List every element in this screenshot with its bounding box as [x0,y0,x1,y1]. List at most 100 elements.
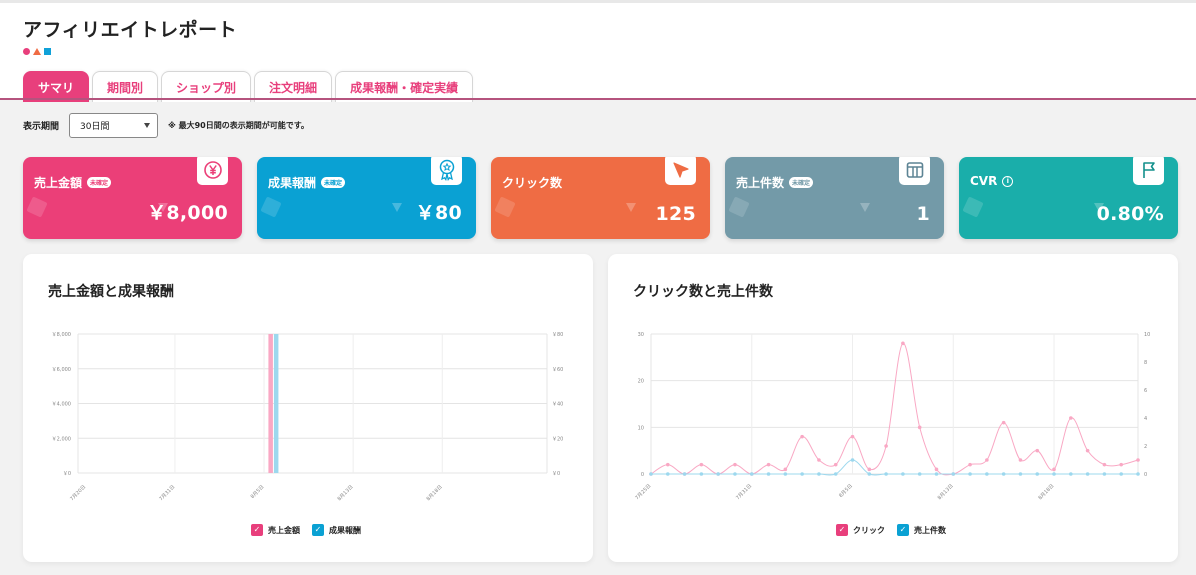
data-point-orders [716,472,720,476]
period-selector: 表示期間 30日間 ※ 最大90日間の表示期間が可能です。 [23,113,309,138]
legend-item-reward[interactable]: ✓ 成果報酬 [312,524,361,536]
info-icon[interactable]: i [1002,175,1014,187]
card-label: 売上件数 未確定 [736,174,814,191]
data-point-orders [800,472,804,476]
data-point-clicks [733,462,737,467]
data-point-clicks [850,434,855,439]
checkbox-icon: ✓ [251,524,263,536]
period-select[interactable]: 30日間 [69,113,159,138]
data-point-clicks [699,462,704,467]
data-point-clicks [817,458,821,462]
data-point-clicks [968,462,972,467]
period-label: 表示期間 [23,122,60,132]
data-point-orders [901,472,905,476]
sales-reward-chart: ￥0 ￥0 ￥2,000 ￥20 ￥4,000 ￥40 ￥6,000 ￥60 ￥8,000 ￥80… [52,332,564,502]
data-point-clicks [1001,420,1006,425]
y-tick-label-left: 10 [638,425,644,431]
data-point-orders [867,472,872,476]
data-point-clicks [1085,448,1090,453]
deco-circle [23,48,30,55]
card-decoration [494,196,516,218]
flag-icon [1133,157,1164,185]
period-note: ※ 最大90日間の表示期間が可能です。 [168,121,309,130]
y-tick-label-left: 0 [641,472,644,478]
bar-reward [273,334,279,473]
y-tick-label-left: 20 [638,379,644,385]
columns-icon [899,157,930,185]
x-tick-label: 8月5日 [838,483,854,499]
data-point-clicks [1102,462,1107,467]
y-tick-label-left: ￥2,000 [52,436,71,442]
data-point-clicks [1018,458,1023,462]
data-point-clicks [901,341,905,346]
legend-label: 売上件数 [914,525,946,535]
card-decoration [26,196,48,218]
card-reward: 成果報酬 未確定 ￥80 [257,157,476,239]
clicks-orders-chart: 0 10 20 30 0 2 4 6 8 10 7月25日 7月31日 8月5日 8月13日 8月18日 [634,332,1150,501]
data-point-orders [985,472,989,476]
data-point-orders [1052,472,1056,476]
checkbox-icon: ✓ [836,524,848,536]
card-label: 成果報酬 未確定 [268,174,346,191]
data-point-orders [1136,472,1140,476]
yen-icon [197,157,228,185]
data-point-clicks [1136,458,1140,462]
legend-label: 売上金額 [268,525,300,535]
data-point-clicks [1052,467,1056,472]
data-point-orders [665,472,670,476]
y-tick-label-right: 6 [1144,388,1147,394]
card-decoration [860,203,870,212]
cursor-arrow-icon [665,157,696,185]
data-point-orders [817,472,821,476]
y-tick-label-right: 8 [1144,360,1147,366]
series-line-clicks [650,342,1139,476]
page-title: アフィリエイトレポート [23,19,238,41]
data-point-orders [1001,472,1006,476]
card-label-text: クリック数 [502,176,563,190]
data-point-orders [1035,472,1040,476]
data-point-orders [833,472,838,476]
data-point-orders [1085,472,1090,476]
legend-item-orders[interactable]: ✓ 売上件数 [897,524,946,536]
y-tick-label-left: ￥4,000 [52,402,71,408]
data-point-orders [1102,472,1107,476]
y-tick-label-right: ￥20 [552,436,563,442]
card-decoration [260,196,282,218]
title-decoration [23,48,51,55]
card-value: 1 [916,203,930,225]
x-tick-label: 7月31日 [735,483,753,501]
data-point-orders [682,472,687,476]
data-point-clicks [884,444,888,448]
chart-legend: ✓ クリック ✓ 売上件数 [836,524,946,536]
y-tick-label-right: 0 [1144,472,1147,478]
x-tick-label: 7月31日 [158,484,176,502]
sales-reward-chart-panel: 売上金額と成果報酬 ￥0 ￥0 ￥2,000 ￥20 ￥4,000 ￥40 ￥6,000 ￥6… [23,254,593,562]
data-point-orders [1018,472,1023,476]
unconfirmed-badge: 未確定 [87,177,112,188]
data-point-clicks [1035,448,1040,453]
card-label-text: CVR [970,174,998,188]
y-tick-label-right: ￥0 [552,471,560,477]
y-tick-label-right: 10 [1144,332,1150,338]
card-decoration [392,203,402,212]
card-value: 0.80% [1096,203,1164,225]
data-point-clicks [833,462,838,467]
data-point-clicks [665,462,670,467]
data-point-orders [733,472,737,476]
y-tick-label-left: ￥0 [63,471,71,477]
data-point-clicks [1119,462,1124,467]
y-tick-label-right: 2 [1144,444,1147,450]
data-point-clicks [985,458,989,462]
data-point-clicks [1069,416,1073,420]
legend-item-sales[interactable]: ✓ 売上金額 [251,524,300,536]
series-line-orders [651,459,1138,476]
data-point-clicks [867,467,872,472]
x-tick-label: 8月18日 [426,484,444,502]
legend-item-clicks[interactable]: ✓ クリック [836,524,885,536]
x-tick-label: 8月13日 [937,483,955,501]
data-point-clicks [766,462,771,467]
card-value: 125 [655,203,696,225]
y-tick-label-right: ￥40 [552,402,563,408]
card-label-text: 成果報酬 [268,176,317,190]
chevron-down-icon [144,123,151,128]
